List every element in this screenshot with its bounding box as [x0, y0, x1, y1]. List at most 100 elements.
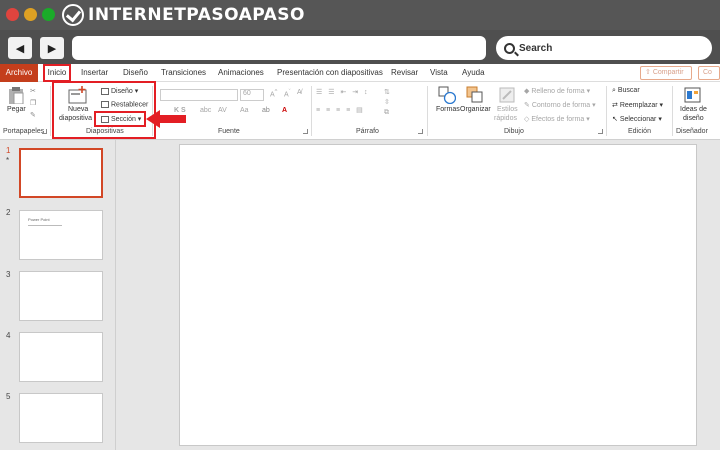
tab-presentacion[interactable]: Presentación con diapositivas — [277, 64, 383, 82]
char-spacing-icon[interactable]: AV — [218, 107, 227, 114]
site-logo: INTERNETPASOAPASO — [62, 4, 305, 26]
slide-thumbnail-2[interactable]: Power Point — [19, 210, 103, 260]
shape-outline-button[interactable]: ✎ Contorno de forma ▾ — [524, 101, 596, 109]
arrange-icon — [466, 86, 483, 103]
tab-insertar[interactable]: Insertar — [81, 64, 108, 82]
browser-toolbar: ◀ ▶ Search — [0, 30, 720, 64]
red-arrow-icon — [146, 110, 186, 128]
tab-revisar[interactable]: Revisar — [391, 64, 418, 82]
address-bar[interactable] — [72, 36, 486, 60]
site-logo-text: INTERNETPASOAPASO — [88, 5, 305, 25]
font-family-select[interactable] — [160, 89, 238, 101]
group-label-parrafo: Párrafo — [356, 128, 379, 135]
paste-label: Pegar — [7, 106, 26, 113]
find-label: Buscar — [617, 87, 640, 94]
pen-icon: ✎ — [524, 102, 532, 109]
change-case-icon[interactable]: Aa — [240, 107, 249, 114]
clear-format-icon[interactable]: A̸ — [297, 89, 302, 96]
highlight-icon[interactable]: ab — [262, 107, 270, 114]
tab-archivo[interactable]: Archivo — [0, 64, 38, 82]
group-label-dibujo: Dibujo — [504, 128, 524, 135]
shrink-font-icon[interactable]: Aˇ — [284, 89, 291, 98]
group-label-edicion: Edición — [628, 128, 651, 135]
find-button[interactable]: ⌕ Buscar — [612, 87, 640, 95]
chevron-down-icon: ▾ — [584, 88, 591, 95]
slide-1-transition-star: * — [6, 156, 10, 165]
slide-canvas[interactable] — [179, 144, 697, 446]
share-label: Compartir — [652, 69, 684, 76]
slide-number-1: 1 — [6, 146, 11, 155]
forward-arrow-icon: ▶ — [47, 42, 57, 55]
tab-diseno[interactable]: Diseño — [123, 64, 148, 82]
quick-styles-label-1: Estilos — [497, 106, 518, 113]
tab-inicio[interactable]: Inicio — [43, 64, 71, 82]
slide-thumbnail-5[interactable] — [19, 393, 103, 443]
parrafo-launcher-icon[interactable] — [418, 129, 423, 134]
fuente-launcher-icon[interactable] — [303, 129, 308, 134]
back-button[interactable]: ◀ — [8, 37, 32, 59]
design-ideas-button[interactable] — [684, 86, 702, 106]
ribbon-separator — [311, 86, 312, 136]
tab-vista[interactable]: Vista — [430, 64, 448, 82]
smartart-icon[interactable]: ⧉ — [384, 109, 389, 117]
tab-animaciones[interactable]: Animaciones — [218, 64, 264, 82]
font-size-select[interactable]: 60 — [240, 89, 264, 101]
grow-font-icon[interactable]: A^ — [270, 89, 277, 98]
browser-title-bar: INTERNETPASOAPASO — [0, 0, 720, 30]
font-size-value: 60 — [243, 90, 251, 97]
align-icons[interactable]: ≡ ≡ ≡ ≡ ▤ — [316, 106, 365, 114]
highlight-box-seccion — [94, 111, 146, 127]
search-bar[interactable]: Search — [496, 36, 712, 60]
shape-fill-button[interactable]: ◆ Relleno de forma ▾ — [524, 87, 590, 95]
arrange-button[interactable] — [466, 86, 484, 106]
design-ideas-label-1: Ideas de — [680, 106, 707, 113]
font-color-icon[interactable]: A — [282, 107, 287, 114]
chevron-down-icon: ▾ — [590, 102, 596, 109]
portapapeles-launcher-icon[interactable] — [42, 129, 47, 134]
cut-icon[interactable]: ✂ — [30, 87, 36, 95]
replace-button[interactable]: ⇄ Reemplazar ▾ — [612, 101, 663, 109]
quick-styles-button[interactable] — [498, 86, 516, 106]
design-ideas-label-2: diseño — [683, 115, 704, 122]
format-painter-icon[interactable]: ✎ — [30, 111, 36, 119]
quick-styles-label-2: rápidos — [494, 115, 517, 122]
ribbon-tabs: Archivo Inicio Insertar Diseño Transicio… — [0, 64, 720, 82]
arrange-label: Organizar — [460, 106, 491, 113]
minimize-window-button[interactable] — [24, 8, 37, 21]
design-ideas-icon — [684, 87, 701, 103]
slide-number-3: 3 — [6, 270, 11, 279]
ribbon-separator — [672, 86, 673, 136]
close-window-button[interactable] — [6, 8, 19, 21]
slide-editor — [116, 140, 720, 450]
tab-transiciones[interactable]: Transiciones — [161, 64, 206, 82]
checkmark-logo-icon — [62, 4, 84, 26]
slide-number-2: 2 — [6, 208, 11, 217]
dibujo-launcher-icon[interactable] — [598, 129, 603, 134]
forward-button[interactable]: ▶ — [40, 37, 64, 59]
slide-2-text-line — [28, 225, 62, 226]
group-label-disenador: Diseñador — [676, 128, 708, 135]
shapes-button[interactable] — [438, 86, 457, 106]
share-button[interactable]: ⇧ Compartir — [640, 66, 692, 80]
comments-button[interactable]: Co — [698, 66, 720, 80]
bullets-icons[interactable]: ☰ ☰ ⇤ ⇥ ↕ — [316, 88, 370, 96]
slide-thumbnail-3[interactable] — [19, 271, 103, 321]
ribbon-separator — [606, 86, 607, 136]
chevron-down-icon: ▾ — [584, 116, 590, 123]
align-text-icon[interactable]: ⇳ — [384, 98, 390, 106]
group-label-portapapeles: Portapapeles — [3, 128, 45, 135]
back-arrow-icon: ◀ — [15, 42, 25, 55]
slide-thumbnail-4[interactable] — [19, 332, 103, 382]
cursor-icon: ↖ — [612, 116, 620, 123]
tab-ayuda[interactable]: Ayuda — [462, 64, 485, 82]
slide-thumbnail-1[interactable] — [19, 148, 103, 198]
text-direction-icon[interactable]: ⇅ — [384, 88, 390, 96]
shadow-icon[interactable]: abc — [200, 107, 211, 114]
shape-effects-button[interactable]: ◇ Efectos de forma ▾ — [524, 115, 590, 123]
select-button[interactable]: ↖ Seleccionar ▾ — [612, 115, 662, 123]
search-icon — [504, 42, 515, 54]
highlight-box-diapositivas — [52, 81, 156, 139]
maximize-window-button[interactable] — [42, 8, 55, 21]
copy-icon[interactable]: ❐ — [30, 99, 36, 107]
paste-button[interactable] — [8, 86, 24, 106]
